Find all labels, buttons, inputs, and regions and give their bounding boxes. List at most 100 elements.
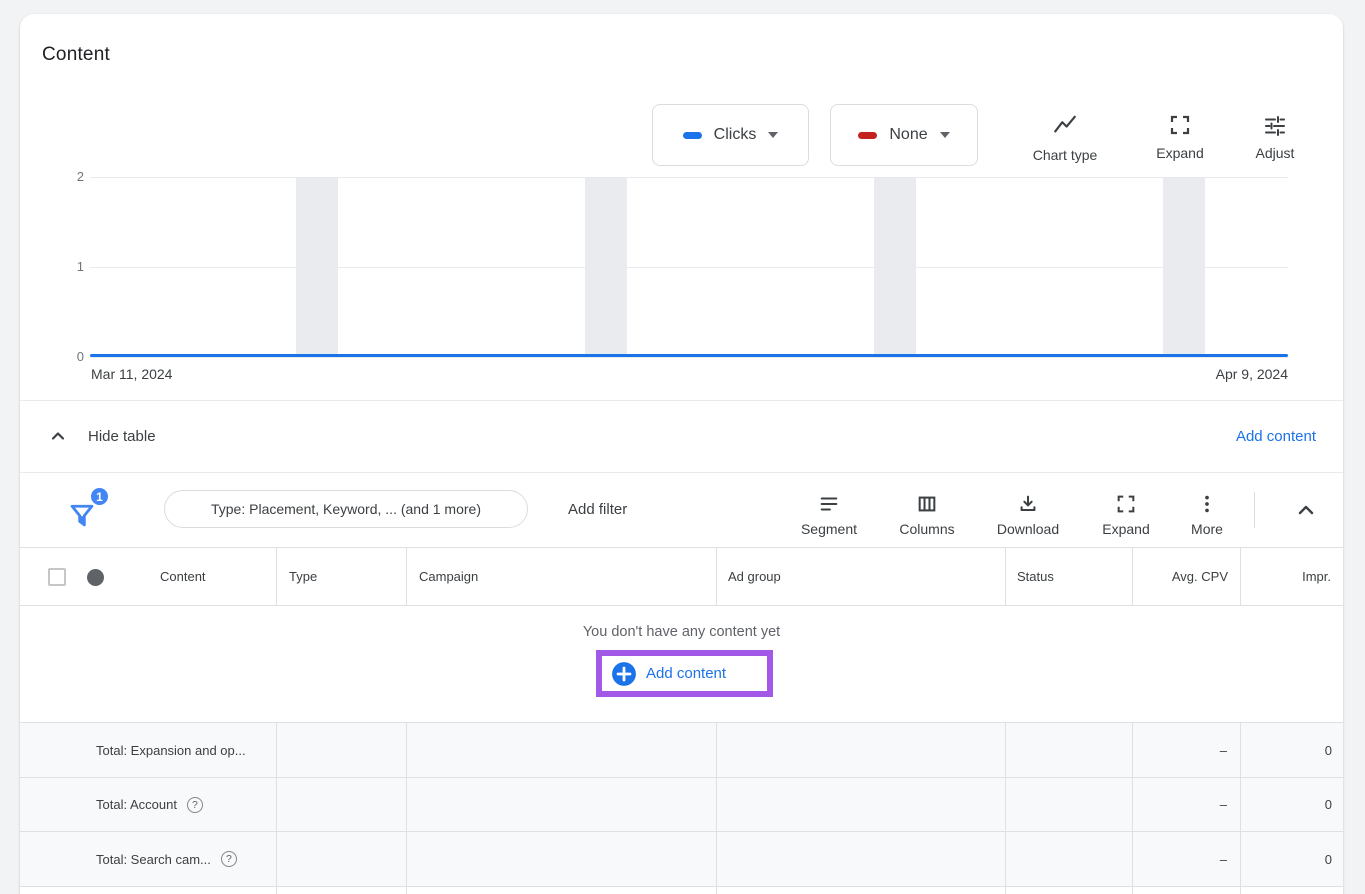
columns-label: Columns [899, 521, 954, 537]
segment-button[interactable]: Segment [780, 472, 878, 547]
column-divider [276, 832, 277, 886]
empty-state-row: You don't have any content yet Add conte… [20, 606, 1343, 722]
more-label: More [1191, 521, 1223, 537]
total-row-label: Total: Account ? [96, 778, 203, 831]
column-divider [406, 887, 407, 894]
column-divider [1240, 832, 1241, 886]
column-divider [1132, 548, 1133, 605]
more-vertical-icon [1196, 493, 1218, 515]
column-header-avg-cpv[interactable]: Avg. CPV [1132, 548, 1240, 605]
help-icon[interactable]: ? [221, 851, 237, 867]
total-label-text: Total: Expansion and op... [96, 743, 246, 758]
column-divider [716, 832, 717, 886]
total-label-text: Total: Account [96, 797, 177, 812]
hide-table-toggle[interactable]: Hide table [48, 400, 156, 472]
column-divider [276, 887, 277, 894]
content-page: Content Clicks None Chart type Expand [0, 0, 1365, 894]
column-header-content[interactable]: Content [160, 548, 206, 605]
clicks-series-line [90, 354, 1288, 357]
column-divider [276, 723, 277, 777]
metric-label: Clicks [714, 126, 757, 144]
metric-selector-clicks[interactable]: Clicks [652, 104, 809, 166]
column-divider [1132, 778, 1133, 831]
column-divider [1005, 723, 1006, 777]
y-axis-tick: 1 [54, 259, 84, 275]
column-header-status[interactable]: Status [1017, 548, 1054, 605]
adjust-label: Adjust [1256, 145, 1295, 161]
filter-count-badge: 1 [89, 486, 110, 507]
column-divider [406, 548, 407, 605]
total-row-label: Total: Search cam... ? [96, 832, 237, 886]
avg-cpv-value: – [1132, 832, 1240, 886]
collapse-table-button[interactable] [1292, 496, 1320, 524]
active-filter-chip[interactable]: Type: Placement, Keyword, ... (and 1 mor… [164, 490, 528, 528]
expand-chart-button[interactable]: Expand [1135, 113, 1225, 161]
add-content-button-label: Add content [646, 665, 726, 682]
column-header-ad-group[interactable]: Ad group [728, 548, 781, 605]
column-header-type[interactable]: Type [289, 548, 317, 605]
x-axis-start-label: Mar 11, 2024 [91, 366, 172, 382]
hide-table-label: Hide table [88, 428, 156, 445]
column-divider [716, 887, 717, 894]
metric-label: None [889, 126, 927, 144]
column-divider [1005, 778, 1006, 831]
chart-type-button[interactable]: Chart type [1020, 113, 1110, 163]
column-divider [716, 778, 717, 831]
download-button[interactable]: Download [976, 472, 1080, 547]
avg-cpv-value: – [1132, 723, 1240, 777]
column-divider [276, 548, 277, 605]
sliders-icon [1263, 113, 1287, 137]
expand-label: Expand [1156, 145, 1203, 161]
column-divider [1005, 832, 1006, 886]
expand-icon [1168, 113, 1192, 137]
none-series-color-dash [858, 132, 877, 139]
help-icon[interactable]: ? [187, 797, 203, 813]
table-toolbar: Segment Columns Download Expand [780, 472, 1242, 547]
avg-cpv-value: – [1132, 778, 1240, 831]
column-header-impr[interactable]: Impr. [1240, 548, 1343, 605]
chevron-up-icon [48, 426, 68, 446]
add-filter-button[interactable]: Add filter [568, 472, 627, 547]
column-divider [716, 723, 717, 777]
column-divider [1240, 778, 1241, 831]
total-label-text: Total: Search cam... [96, 852, 211, 867]
page-title: Content [42, 44, 110, 66]
segment-icon [818, 493, 840, 515]
total-row-label: Total: Expansion and op... [96, 723, 246, 777]
caret-down-icon [768, 132, 778, 138]
chevron-up-icon [1294, 498, 1318, 522]
download-icon [1017, 493, 1039, 515]
more-button[interactable]: More [1172, 472, 1242, 547]
x-axis-end-label: Apr 9, 2024 [1216, 366, 1288, 382]
column-divider [1132, 723, 1133, 777]
column-divider [1132, 887, 1133, 894]
expand-table-button[interactable]: Expand [1080, 472, 1172, 547]
table-header-row: Content Type Campaign Ad group Status Av… [20, 547, 1343, 606]
column-divider [276, 778, 277, 831]
add-content-button[interactable]: Add content [596, 650, 773, 697]
impr-value: 0 [1240, 832, 1343, 886]
column-divider [1240, 548, 1241, 605]
filter-funnel-button[interactable]: 1 [68, 488, 108, 530]
total-row-expansion: Total: Expansion and op... – 0 [20, 722, 1343, 777]
caret-down-icon [940, 132, 950, 138]
content-card: Content Clicks None Chart type Expand [20, 14, 1343, 894]
columns-button[interactable]: Columns [878, 472, 976, 547]
plus-circle-icon [611, 661, 637, 687]
impr-value: 0 [1240, 723, 1343, 777]
metric-selector-none[interactable]: None [830, 104, 978, 166]
gridline-1 [90, 267, 1288, 268]
line-chart-icon [1052, 113, 1078, 139]
chart-type-label: Chart type [1033, 147, 1098, 163]
column-divider [406, 778, 407, 831]
adjust-button[interactable]: Adjust [1230, 113, 1320, 161]
download-label: Download [997, 521, 1059, 537]
total-row-search-campaigns: Total: Search cam... ? – 0 [20, 831, 1343, 886]
select-all-checkbox[interactable] [48, 568, 66, 586]
expand-label: Expand [1102, 521, 1149, 537]
column-header-campaign[interactable]: Campaign [419, 548, 478, 605]
gridline-2 [90, 177, 1288, 178]
add-content-link[interactable]: Add content [1236, 400, 1316, 472]
toolbar-divider [1254, 492, 1255, 528]
column-divider [716, 548, 717, 605]
